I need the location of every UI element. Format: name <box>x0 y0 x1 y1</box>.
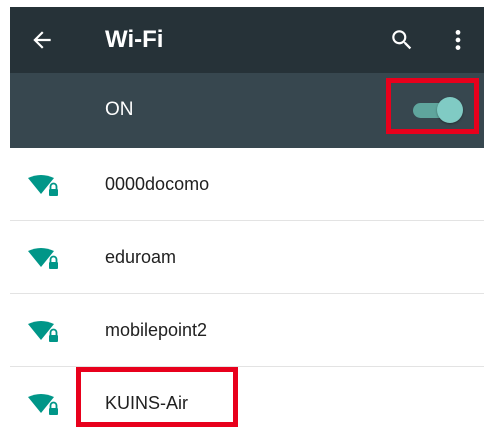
search-button[interactable] <box>384 22 420 58</box>
wifi-lock-icon <box>28 248 58 269</box>
wifi-lock-icon <box>28 394 58 415</box>
wifi-lock-icon <box>28 321 58 342</box>
network-item-kuins-air[interactable]: KUINS-Air <box>10 367 484 439</box>
network-item-mobilepoint2[interactable]: mobilepoint2 <box>10 294 484 367</box>
wifi-lock-icon <box>28 175 58 196</box>
network-list: 0000docomo eduroam mobilepoint2 KUINS-Ai… <box>10 148 484 439</box>
network-ssid: 0000docomo <box>105 174 210 194</box>
app-bar: Wi-Fi <box>10 7 484 73</box>
network-item-eduroam[interactable]: eduroam <box>10 221 484 294</box>
network-ssid: eduroam <box>105 247 177 267</box>
wifi-toggle-switch[interactable] <box>398 85 476 135</box>
wifi-toggle-bar: ON <box>10 73 484 148</box>
network-item-0000docomo[interactable]: 0000docomo <box>10 148 484 221</box>
search-icon <box>392 30 412 50</box>
switch-thumb <box>437 97 463 123</box>
arrow-left-icon <box>33 31 51 49</box>
more-options-button[interactable] <box>440 22 476 58</box>
wifi-settings-screen: Wi-Fi ON 0000docomo eduroam mobilepoint2… <box>10 7 484 439</box>
wifi-state-label: ON <box>105 99 134 120</box>
network-ssid: mobilepoint2 <box>105 320 208 340</box>
more-vertical-icon <box>455 30 461 50</box>
page-title: Wi-Fi <box>105 26 164 53</box>
network-ssid: KUINS-Air <box>105 393 189 413</box>
back-button[interactable] <box>24 22 60 58</box>
